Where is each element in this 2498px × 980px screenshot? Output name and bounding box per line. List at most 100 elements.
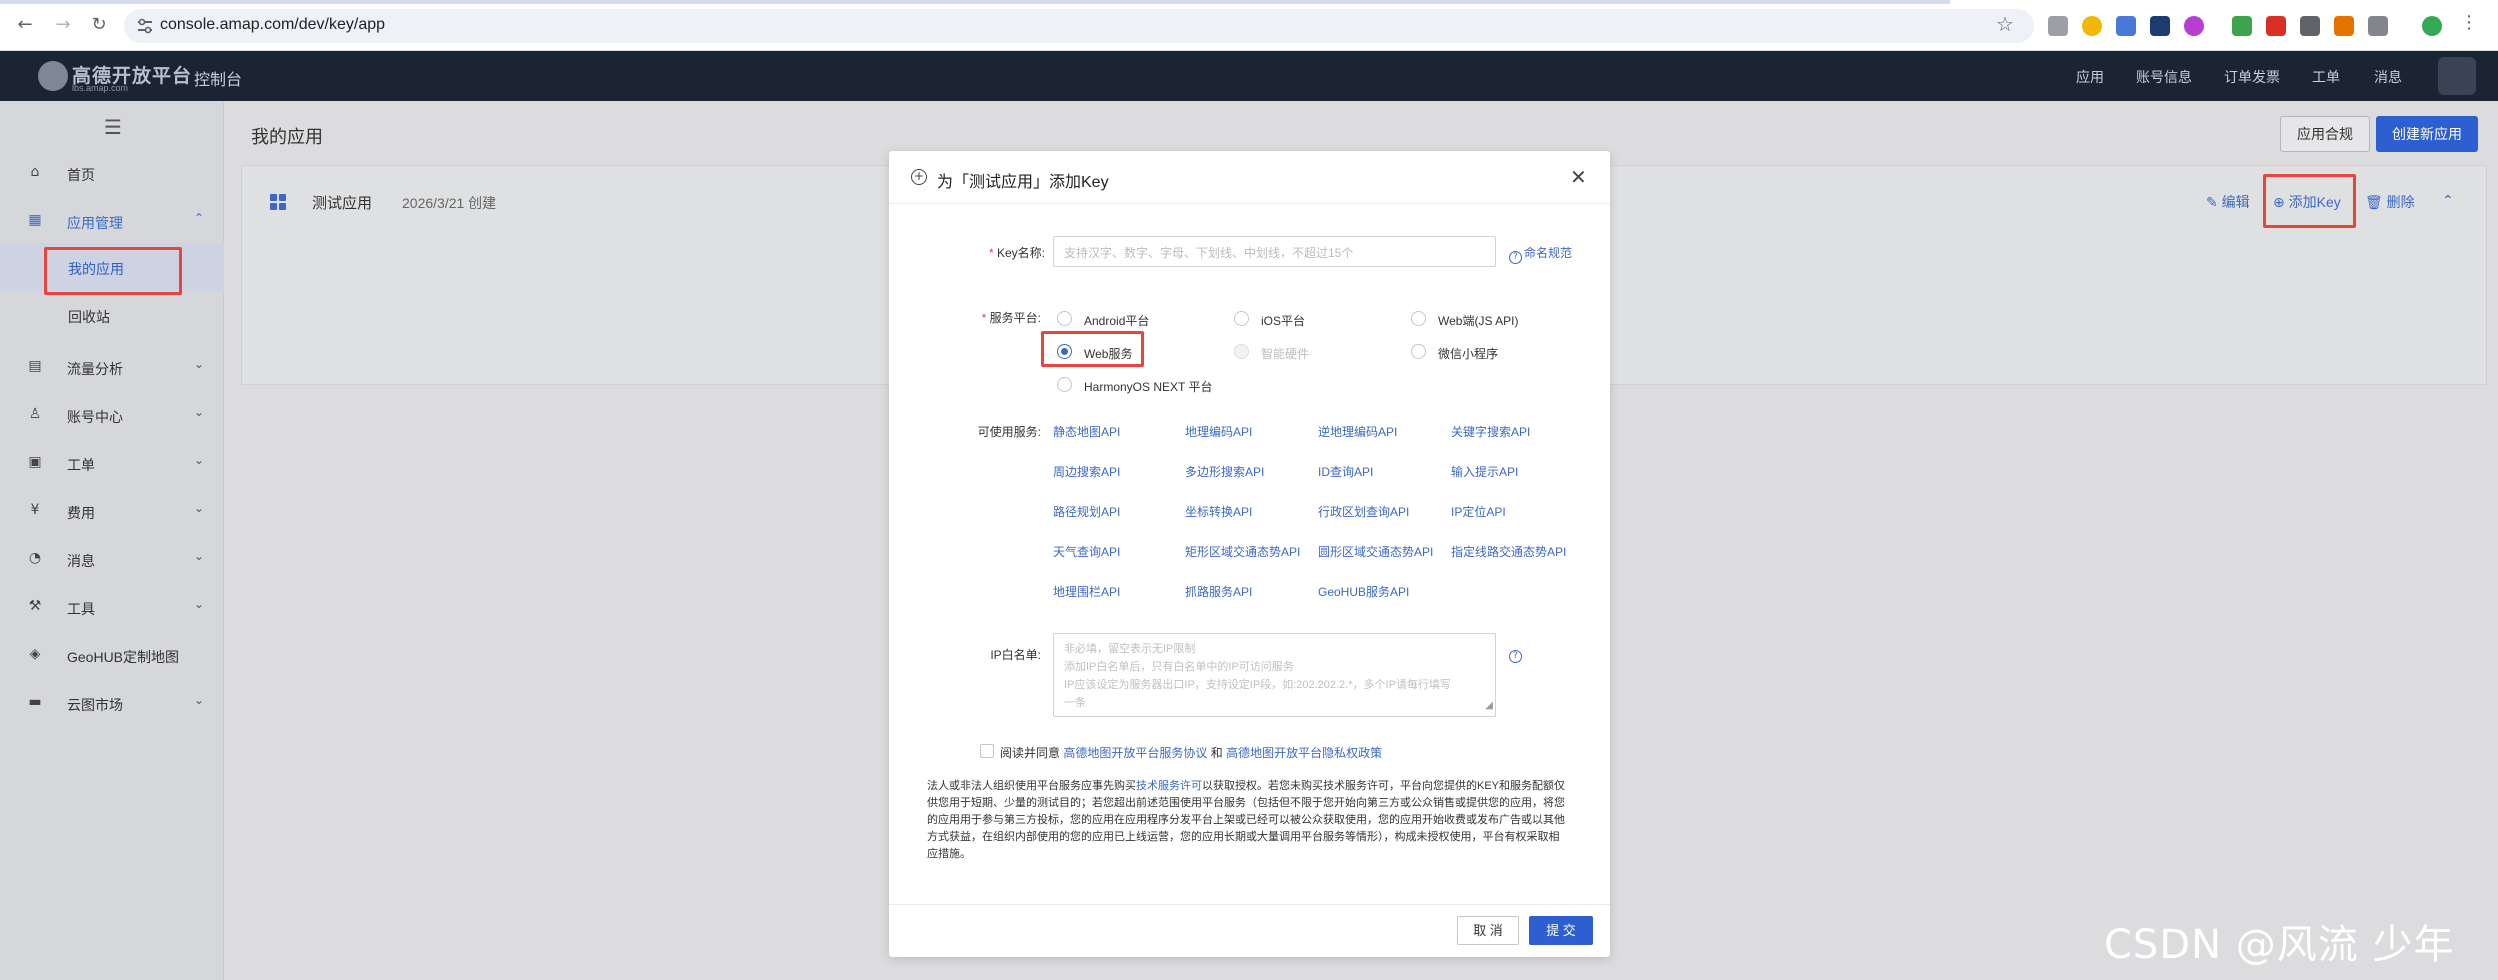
tools-icon: ⚒ xyxy=(28,598,42,614)
sidebar-item-my-apps[interactable]: 我的应用 xyxy=(0,243,224,291)
add-key-button[interactable]: ⊕ 添加Key xyxy=(2273,192,2341,212)
menu-collapse-icon[interactable]: ☰ xyxy=(104,115,122,139)
extension-crop-icon[interactable] xyxy=(2300,16,2320,36)
reload-icon[interactable]: ↻ xyxy=(88,14,110,36)
sidebar-item-label: 工具 xyxy=(67,601,95,617)
service-link[interactable]: ID查询API xyxy=(1318,463,1373,480)
service-link[interactable]: 行政区划查询API xyxy=(1318,503,1409,520)
service-link[interactable]: 逆地理编码API xyxy=(1318,423,1397,440)
service-link[interactable]: 地理围栏API xyxy=(1053,583,1120,600)
close-icon[interactable]: ✕ xyxy=(1570,165,1587,189)
service-link[interactable]: 多边形搜索API xyxy=(1185,463,1264,480)
top-nav-apps[interactable]: 应用 xyxy=(2076,67,2104,87)
console-label[interactable]: 控制台 xyxy=(194,66,242,90)
extension-chrome-icon[interactable] xyxy=(2082,16,2102,36)
plus-circle-icon: + xyxy=(911,169,927,185)
service-link[interactable]: 静态地图API xyxy=(1053,423,1120,440)
delete-app-button[interactable]: 🗑 删除 xyxy=(2365,192,2415,212)
profile-icon[interactable] xyxy=(2422,16,2442,36)
service-link[interactable]: 天气查询API xyxy=(1053,543,1120,560)
plus-circle-icon: ⊕ xyxy=(2273,194,2289,210)
cancel-button[interactable]: 取 消 xyxy=(1457,916,1519,945)
sidebar-item-app-management[interactable]: ▦ 应用管理 ⌃ xyxy=(0,199,224,243)
extensions-puzzle-icon[interactable] xyxy=(2368,16,2388,36)
platform-label: * 服务平台: xyxy=(981,311,1041,325)
sidebar-item-traffic-analysis[interactable]: ▤ 流量分析 ⌄ xyxy=(0,345,224,389)
ip-whitelist-textarea[interactable]: 非必填，留空表示无IP限制 添加IP白名单后，只有白名单中的IP可访问服务 IP… xyxy=(1053,633,1496,717)
ip-whitelist-label: IP白名单: xyxy=(990,648,1041,662)
analytics-icon: ▤ xyxy=(28,358,42,374)
service-link[interactable]: 关键字搜索API xyxy=(1451,423,1530,440)
resize-handle-icon[interactable]: ◢ xyxy=(1485,697,1493,715)
chevron-down-icon: ⌄ xyxy=(194,357,205,371)
ticket-icon: ▣ xyxy=(28,454,42,470)
edit-app-button[interactable]: ✎ 编辑 xyxy=(2206,192,2250,212)
service-link[interactable]: 坐标转换API xyxy=(1185,503,1252,520)
trash-icon: 🗑 xyxy=(2365,194,2387,210)
message-icon: ◔ xyxy=(28,550,42,566)
extension-filter-icon[interactable] xyxy=(2048,16,2068,36)
url-text[interactable]: console.amap.com/dev/key/app xyxy=(160,16,385,34)
extension-capture-icon[interactable] xyxy=(2150,16,2170,36)
account-icon: ♙ xyxy=(28,406,42,422)
sidebar-item-tools[interactable]: ⚒ 工具 ⌄ xyxy=(0,585,224,629)
service-link[interactable]: 地理编码API xyxy=(1185,423,1252,440)
browser-menu-icon[interactable]: ⋮ xyxy=(2458,12,2480,34)
app-compliance-button[interactable]: 应用合规 xyxy=(2280,116,2370,152)
chevron-down-icon: ⌄ xyxy=(194,453,205,467)
back-icon[interactable]: ← xyxy=(14,14,36,36)
extension-purple-icon[interactable] xyxy=(2184,16,2204,36)
privacy-policy-link[interactable]: 高德地图开放平台隐私权政策 xyxy=(1226,746,1382,760)
sidebar-item-tickets[interactable]: ▣ 工单 ⌄ xyxy=(0,441,224,485)
chevron-down-icon: ⌄ xyxy=(194,597,205,611)
app-name: 测试应用 xyxy=(312,195,373,212)
sidebar-item-geohub[interactable]: ◈ GeoHUB定制地图 xyxy=(0,633,224,677)
sidebar-item-recycle-bin[interactable]: 回收站 xyxy=(0,291,224,339)
top-nav-invoices[interactable]: 订单发票 xyxy=(2224,67,2280,87)
sidebar-item-billing[interactable]: ¥ 费用 ⌄ xyxy=(0,489,224,533)
bookmark-star-icon[interactable]: ☆ xyxy=(1996,12,2014,36)
service-link[interactable]: 指定线路交通态势API xyxy=(1451,543,1566,560)
collapse-chevron-icon[interactable]: ⌃ xyxy=(2442,192,2454,209)
sidebar-item-messages[interactable]: ◔ 消息 ⌄ xyxy=(0,537,224,581)
service-link[interactable]: 路径规划API xyxy=(1053,503,1120,520)
service-link[interactable]: IP定位API xyxy=(1451,503,1506,520)
sidebar-item-label: 流量分析 xyxy=(67,361,123,377)
service-link[interactable]: 输入提示API xyxy=(1451,463,1518,480)
extension-multicolor-icon[interactable] xyxy=(2334,16,2354,36)
amap-logo-icon[interactable] xyxy=(38,61,68,91)
forward-icon[interactable]: → xyxy=(52,14,74,36)
dialog-title: 为「测试应用」添加Key xyxy=(937,174,1109,191)
agree-checkbox[interactable] xyxy=(980,744,994,758)
sidebar-item-account-center[interactable]: ♙ 账号中心 ⌄ xyxy=(0,393,224,437)
extension-translate-icon[interactable] xyxy=(2116,16,2136,36)
app-grid-icon xyxy=(270,194,286,210)
extension-red-icon[interactable] xyxy=(2266,16,2286,36)
submit-button[interactable]: 提 交 xyxy=(1529,916,1593,945)
top-nav-account[interactable]: 账号信息 xyxy=(2136,67,2192,87)
add-key-dialog: + 为「测试应用」添加Key ✕ * Key名称: 支持汉字、数字、字母、下划线… xyxy=(889,151,1610,957)
address-bar[interactable] xyxy=(124,9,2034,43)
service-link[interactable]: 抓路服务API xyxy=(1185,583,1252,600)
top-nav-messages[interactable]: 消息 xyxy=(2374,67,2402,87)
top-nav-tickets[interactable]: 工单 xyxy=(2312,67,2340,87)
key-name-input[interactable]: 支持汉字、数字、字母、下划线、中划线，不超过15个 xyxy=(1053,236,1496,267)
service-link[interactable]: 周边搜索API xyxy=(1053,463,1120,480)
service-link[interactable]: 矩形区域交通态势API xyxy=(1185,543,1300,560)
site-settings-icon[interactable] xyxy=(136,17,154,35)
create-app-button[interactable]: 创建新应用 xyxy=(2376,116,2478,152)
service-link[interactable]: 圆形区域交通态势API xyxy=(1318,543,1433,560)
service-link[interactable]: GeoHUB服务API xyxy=(1318,583,1409,600)
service-agreement-link[interactable]: 高德地图开放平台服务协议 xyxy=(1063,746,1207,760)
tab-strip xyxy=(0,0,1950,4)
extension-green-icon[interactable] xyxy=(2232,16,2252,36)
sidebar-item-cloud-market[interactable]: ▬ 云图市场 ⌄ xyxy=(0,681,224,725)
tech-license-link[interactable]: 技术服务许可 xyxy=(1136,780,1202,792)
dialog-footer-divider xyxy=(889,904,1610,905)
add-key-label: 添加Key xyxy=(2288,194,2341,210)
ip-help-icon[interactable]: ? xyxy=(1509,645,1524,663)
naming-rule-link[interactable]: ? 命名规范 xyxy=(1509,244,1572,264)
sidebar-item-home[interactable]: ⌂ 首页 xyxy=(0,151,224,195)
chevron-up-icon: ⌃ xyxy=(194,211,205,225)
user-avatar[interactable] xyxy=(2438,57,2476,95)
